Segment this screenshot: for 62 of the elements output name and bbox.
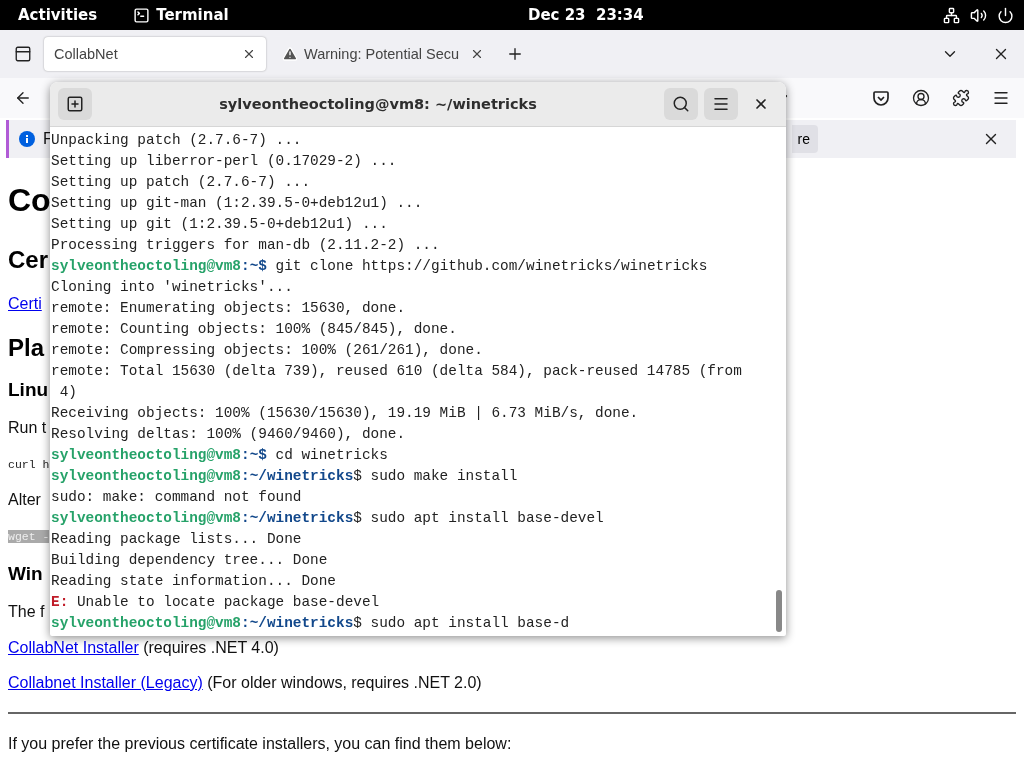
terminal-line: remote: Counting objects: 100% (845/845), done. [51, 320, 458, 339]
terminal-line: Cloning into 'winetricks'... [51, 278, 294, 297]
close-tab-icon[interactable] [242, 47, 256, 61]
terminal-line: sylveontheoctoling@vm8:~$ cd winetricks [51, 446, 389, 465]
menu-button[interactable] [704, 88, 738, 120]
code-snippet: wget - [8, 529, 50, 543]
clock[interactable]: Dec 23 23:34 [527, 6, 644, 24]
terminal-line: Building dependency tree... Done [51, 551, 329, 570]
terminal-line: Processing triggers for man-db (2.11.2-2) ... [51, 236, 441, 255]
browser-tab[interactable]: CollabNet [44, 37, 266, 71]
paragraph: If you prefer the previous certificate installers, you can find them below: [8, 735, 512, 753]
network-icon[interactable] [943, 6, 960, 24]
notification-button[interactable]: re [791, 125, 818, 153]
terminal-line: Setting up git-man (1:2.39.5-0+deb12u1) ... [51, 195, 424, 213]
activities-button[interactable]: Activities [18, 6, 98, 24]
page-link[interactable]: Certi [8, 295, 42, 313]
section-heading: Cer [8, 246, 49, 274]
menu-icon [712, 95, 730, 113]
terminal-line: sylveontheoctoling@vm8:~/winetricks$ sudo apt install base-d [51, 614, 571, 633]
paragraph: Run t [8, 419, 47, 437]
terminal-line: sylveontheoctoling@vm8:~/winetricks$ sudo make install [51, 467, 519, 486]
terminal-line: E: Unable to locate package base-devel [51, 593, 381, 612]
browser-tab[interactable]: Warning: Potential Secu [272, 37, 494, 71]
installer-link[interactable]: CollabNet Installer [8, 638, 139, 656]
subsection-heading: Linu [8, 379, 49, 401]
info-icon [19, 131, 35, 147]
terminal-line: Setting up patch (2.7.6-7) ... [51, 173, 312, 190]
search-button[interactable] [664, 88, 698, 120]
terminal-line: Resolving deltas: 100% (9460/9460), done. [51, 425, 407, 444]
close-icon [753, 96, 769, 112]
terminal-line: remote: Enumerating objects: 15630, done. [51, 299, 407, 318]
installer-note: Collabnet Installer (Legacy) (For older windows, requires .NET 2.0) [8, 673, 482, 692]
terminal-line: Unpacking patch (2.7.6-7) ... [51, 131, 303, 150]
terminal-line: Reading package lists... Done [51, 530, 303, 549]
volume-icon[interactable] [970, 6, 987, 24]
paragraph: Alter [8, 491, 41, 509]
close-tab-icon[interactable] [470, 47, 484, 61]
search-icon [672, 95, 690, 113]
terminal-line: Setting up liberror-perl (0.17029-2) ... [51, 152, 398, 171]
section-heading: Pla [8, 334, 45, 362]
new-tab-icon [66, 95, 84, 113]
terminal-line: Reading state information... Done [51, 572, 337, 591]
terminal-line: Receiving objects: 100% (15630/15630), 19.19 MiB | 6.73 MiB/s, done. [51, 404, 640, 423]
installer-link[interactable]: Collabnet Installer (Legacy) [8, 673, 203, 691]
terminal-line: sudo: make: command not found [51, 488, 303, 507]
scrollbar-thumb[interactable] [776, 590, 782, 632]
installer-note: CollabNet Installer (requires .NET 4.0) [8, 638, 279, 657]
terminal-line: remote: Compressing objects: 100% (261/261), done. [51, 341, 484, 360]
power-icon[interactable] [997, 6, 1014, 24]
terminal-line: sylveontheoctoling@vm8:~/winetricks$ sudo apt install base-devel [51, 509, 605, 528]
terminal-line: 4) [58, 383, 78, 402]
terminal-icon [133, 6, 151, 24]
window-title: sylveontheoctoling@vm8: ~/winetricks [218, 96, 538, 112]
paragraph: The f [8, 603, 45, 621]
code-snippet: curl h [8, 457, 50, 471]
app-menu[interactable]: Terminal [156, 6, 229, 24]
subsection-heading: Win [8, 563, 43, 585]
new-tab-button[interactable] [58, 88, 92, 120]
terminal-line: Setting up git (1:2.39.5-0+deb12u1) ... [51, 215, 389, 234]
terminal-line: remote: Total 15630 (delta 739), reused 610 (delta 584), pack-reused 14785 (from [51, 362, 743, 381]
terminal-line: sylveontheoctoling@vm8:~$ git clone https://github.com/winetricks/winetricks [51, 257, 709, 276]
page-heading: Co [8, 181, 51, 218]
